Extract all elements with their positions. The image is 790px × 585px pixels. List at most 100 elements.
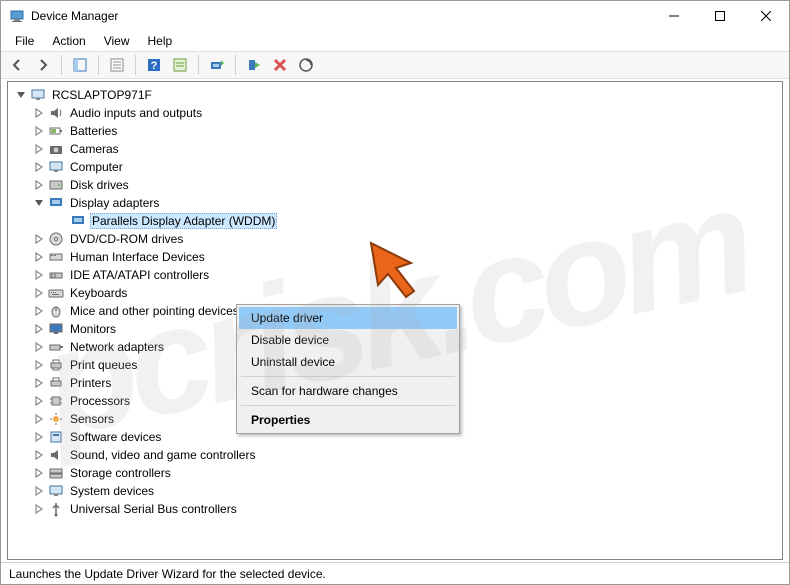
category-label: Monitors xyxy=(68,321,118,337)
tree-category[interactable]: Cameras xyxy=(10,140,782,158)
expand-icon[interactable] xyxy=(32,124,46,138)
tree-category[interactable]: Universal Serial Bus controllers xyxy=(10,500,782,518)
expand-icon[interactable] xyxy=(32,430,46,444)
menu-help[interactable]: Help xyxy=(140,32,181,50)
category-icon xyxy=(48,231,64,247)
expand-icon[interactable] xyxy=(32,448,46,462)
category-icon xyxy=(48,195,64,211)
tree-category[interactable]: Human Interface Devices xyxy=(10,248,782,266)
category-label: Mice and other pointing devices xyxy=(68,303,241,319)
expand-icon[interactable] xyxy=(32,394,46,408)
minimize-button[interactable] xyxy=(651,1,697,31)
ctx-scan-hardware[interactable]: Scan for hardware changes xyxy=(239,380,457,402)
category-label: DVD/CD-ROM drives xyxy=(68,231,185,247)
category-icon xyxy=(48,393,64,409)
category-label: Sensors xyxy=(68,411,116,427)
show-hide-tree-button[interactable] xyxy=(68,53,92,77)
expand-icon[interactable] xyxy=(32,484,46,498)
tree-category[interactable]: System devices xyxy=(10,482,782,500)
expand-icon[interactable] xyxy=(32,268,46,282)
expand-icon[interactable] xyxy=(32,376,46,390)
display-adapter-icon xyxy=(70,213,86,229)
device-manager-window: Device Manager File Action View Help ? xyxy=(0,0,790,585)
menu-view[interactable]: View xyxy=(96,32,138,50)
ctx-properties[interactable]: Properties xyxy=(239,409,457,431)
expand-icon[interactable] xyxy=(32,106,46,120)
tree-category[interactable]: Disk drives xyxy=(10,176,782,194)
tree-root[interactable]: RCSLAPTOP971F xyxy=(10,86,782,104)
menu-file[interactable]: File xyxy=(7,32,42,50)
menu-action[interactable]: Action xyxy=(44,32,93,50)
tree-category[interactable]: Computer xyxy=(10,158,782,176)
expand-icon[interactable] xyxy=(32,232,46,246)
category-label: Processors xyxy=(68,393,132,409)
category-label: Network adapters xyxy=(68,339,166,355)
forward-button[interactable] xyxy=(31,53,55,77)
category-icon xyxy=(48,105,64,121)
uninstall-device-button[interactable] xyxy=(268,53,292,77)
category-icon xyxy=(48,321,64,337)
tree-category[interactable]: Keyboards xyxy=(10,284,782,302)
expand-icon[interactable] xyxy=(32,412,46,426)
expand-icon[interactable] xyxy=(32,142,46,156)
expand-icon[interactable] xyxy=(32,286,46,300)
close-button[interactable] xyxy=(743,1,789,31)
category-icon xyxy=(48,141,64,157)
scan-hardware-button[interactable] xyxy=(294,53,318,77)
collapse-icon[interactable] xyxy=(32,196,46,210)
expand-icon[interactable] xyxy=(32,160,46,174)
tree-category[interactable]: Display adapters xyxy=(10,194,782,212)
category-icon xyxy=(48,447,64,463)
action-button[interactable] xyxy=(168,53,192,77)
category-label: Universal Serial Bus controllers xyxy=(68,501,239,517)
expand-icon[interactable] xyxy=(32,250,46,264)
help-button[interactable]: ? xyxy=(142,53,166,77)
category-icon xyxy=(48,501,64,517)
toolbar: ? xyxy=(1,51,789,79)
category-label: Disk drives xyxy=(68,177,131,193)
tree-category[interactable]: Storage controllers xyxy=(10,464,782,482)
expand-icon[interactable] xyxy=(32,502,46,516)
tree-category[interactable]: Audio inputs and outputs xyxy=(10,104,782,122)
category-icon xyxy=(48,429,64,445)
tree-category[interactable]: Sound, video and game controllers xyxy=(10,446,782,464)
category-label: Audio inputs and outputs xyxy=(68,105,204,121)
tree-category[interactable]: Batteries xyxy=(10,122,782,140)
properties-button[interactable] xyxy=(105,53,129,77)
maximize-button[interactable] xyxy=(697,1,743,31)
window-controls xyxy=(651,1,789,31)
ctx-uninstall-device[interactable]: Uninstall device xyxy=(239,351,457,373)
expand-icon[interactable] xyxy=(32,322,46,336)
expand-icon[interactable] xyxy=(32,304,46,318)
update-driver-button[interactable] xyxy=(205,53,229,77)
ctx-update-driver[interactable]: Update driver xyxy=(239,307,457,329)
tree-category[interactable]: IDE ATA/ATAPI controllers xyxy=(10,266,782,284)
expand-icon[interactable] xyxy=(32,358,46,372)
category-label: Cameras xyxy=(68,141,121,157)
menubar: File Action View Help xyxy=(1,31,789,51)
category-icon xyxy=(48,177,64,193)
ctx-disable-device[interactable]: Disable device xyxy=(239,329,457,351)
category-label: Print queues xyxy=(68,357,139,373)
category-icon xyxy=(48,285,64,301)
expand-icon[interactable] xyxy=(32,466,46,480)
category-label: Batteries xyxy=(68,123,119,139)
category-icon xyxy=(48,483,64,499)
device-tree[interactable]: RCSLAPTOP971F Audio inputs and outputs Ba… xyxy=(7,81,783,560)
expand-icon[interactable] xyxy=(32,178,46,192)
status-text: Launches the Update Driver Wizard for th… xyxy=(9,567,326,581)
category-label: Keyboards xyxy=(68,285,129,301)
ctx-separator xyxy=(241,405,455,406)
category-label: System devices xyxy=(68,483,156,499)
back-button[interactable] xyxy=(5,53,29,77)
category-icon xyxy=(48,123,64,139)
status-bar: Launches the Update Driver Wizard for th… xyxy=(1,562,789,584)
category-label: Sound, video and game controllers xyxy=(68,447,257,463)
category-icon xyxy=(48,339,64,355)
titlebar: Device Manager xyxy=(1,1,789,31)
tree-category[interactable]: DVD/CD-ROM drives xyxy=(10,230,782,248)
collapse-icon[interactable] xyxy=(14,88,28,102)
tree-device[interactable]: Parallels Display Adapter (WDDM) xyxy=(10,212,782,230)
enable-device-button[interactable] xyxy=(242,53,266,77)
expand-icon[interactable] xyxy=(32,340,46,354)
